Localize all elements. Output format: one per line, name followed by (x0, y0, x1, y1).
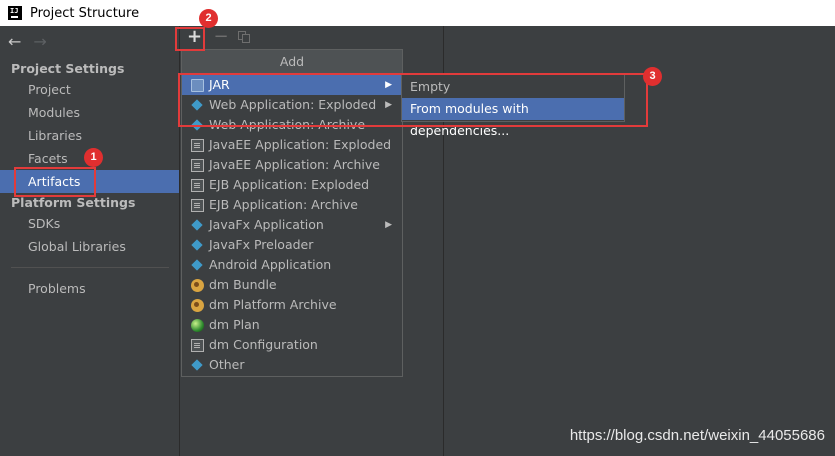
menu-item-android-application[interactable]: Android Application (182, 255, 402, 275)
sidebar-item-global-libraries[interactable]: Global Libraries (0, 235, 179, 258)
remove-artifact-button[interactable]: − (213, 28, 229, 47)
sidebar-divider (11, 267, 169, 268)
menu-item-label: Android Application (209, 257, 332, 272)
menu-item-label: dm Platform Archive (209, 297, 337, 312)
platform-settings-heading: Platform Settings (11, 195, 136, 210)
settings-sidebar: ← → Project Settings Project Modules Lib… (0, 26, 180, 456)
intellij-app-icon: IJ (8, 6, 22, 20)
forward-arrow-icon[interactable]: → (33, 32, 46, 51)
menu-item-label: JavaFx Application (209, 217, 324, 232)
add-menu-header: Add (182, 50, 402, 74)
menu-item-label: JavaFx Preloader (209, 237, 314, 252)
ejb-icon (191, 179, 204, 192)
menu-item-javafx-application[interactable]: JavaFx Application ▶ (182, 215, 402, 235)
history-navigation: ← → (8, 32, 47, 51)
back-arrow-icon[interactable]: ← (8, 32, 21, 51)
configuration-icon (191, 339, 204, 352)
copy-artifact-icon[interactable] (238, 31, 251, 44)
ejb-icon (191, 199, 204, 212)
title-bar: IJ Project Structure (0, 0, 835, 26)
menu-item-dm-configuration[interactable]: dm Configuration (182, 335, 402, 355)
javaee-icon (191, 159, 204, 172)
annotation-box-jar (178, 73, 648, 127)
menu-item-label: dm Plan (209, 317, 260, 332)
annotation-badge-3: 3 (643, 67, 662, 86)
project-settings-heading: Project Settings (11, 61, 125, 76)
menu-item-javafx-preloader[interactable]: JavaFx Preloader (182, 235, 402, 255)
annotation-badge-2: 2 (199, 9, 218, 28)
javafx-icon (191, 219, 204, 232)
sidebar-item-sdks[interactable]: SDKs (0, 212, 179, 235)
other-icon (191, 359, 204, 372)
plan-icon (191, 319, 204, 332)
artifacts-toolbar: + − (181, 26, 443, 50)
sidebar-item-problems[interactable]: Problems (0, 277, 179, 300)
menu-item-label: dm Configuration (209, 337, 318, 352)
menu-item-label: Other (209, 357, 245, 372)
annotation-box-artifacts (14, 167, 96, 197)
menu-item-javaee-archive[interactable]: JavaEE Application: Archive (182, 155, 402, 175)
javafx-icon (191, 239, 204, 252)
annotation-badge-1: 1 (84, 148, 103, 167)
bundle-icon (191, 279, 204, 292)
menu-item-label: EJB Application: Archive (209, 197, 358, 212)
bundle-icon (191, 299, 204, 312)
sidebar-item-modules[interactable]: Modules (0, 101, 179, 124)
app-icon-text: IJ (10, 7, 19, 15)
window-title: Project Structure (30, 5, 140, 21)
menu-item-other[interactable]: Other (182, 355, 402, 375)
menu-item-label: dm Bundle (209, 277, 277, 292)
sidebar-item-project[interactable]: Project (0, 78, 179, 101)
menu-item-javaee-exploded[interactable]: JavaEE Application: Exploded (182, 135, 402, 155)
submenu-arrow-icon: ▶ (385, 220, 392, 230)
menu-item-dm-platform-archive[interactable]: dm Platform Archive (182, 295, 402, 315)
watermark-url: https://blog.csdn.net/weixin_44055686 (569, 427, 825, 444)
android-icon (191, 259, 204, 272)
menu-item-label: JavaEE Application: Archive (209, 157, 380, 172)
menu-item-label: EJB Application: Exploded (209, 177, 370, 192)
menu-item-dm-bundle[interactable]: dm Bundle (182, 275, 402, 295)
menu-item-label: JavaEE Application: Exploded (209, 137, 392, 152)
annotation-box-add (175, 27, 205, 51)
javaee-icon (191, 139, 204, 152)
sidebar-item-libraries[interactable]: Libraries (0, 124, 179, 147)
menu-item-ejb-archive[interactable]: EJB Application: Archive (182, 195, 402, 215)
menu-item-dm-plan[interactable]: dm Plan (182, 315, 402, 335)
menu-item-ejb-exploded[interactable]: EJB Application: Exploded (182, 175, 402, 195)
